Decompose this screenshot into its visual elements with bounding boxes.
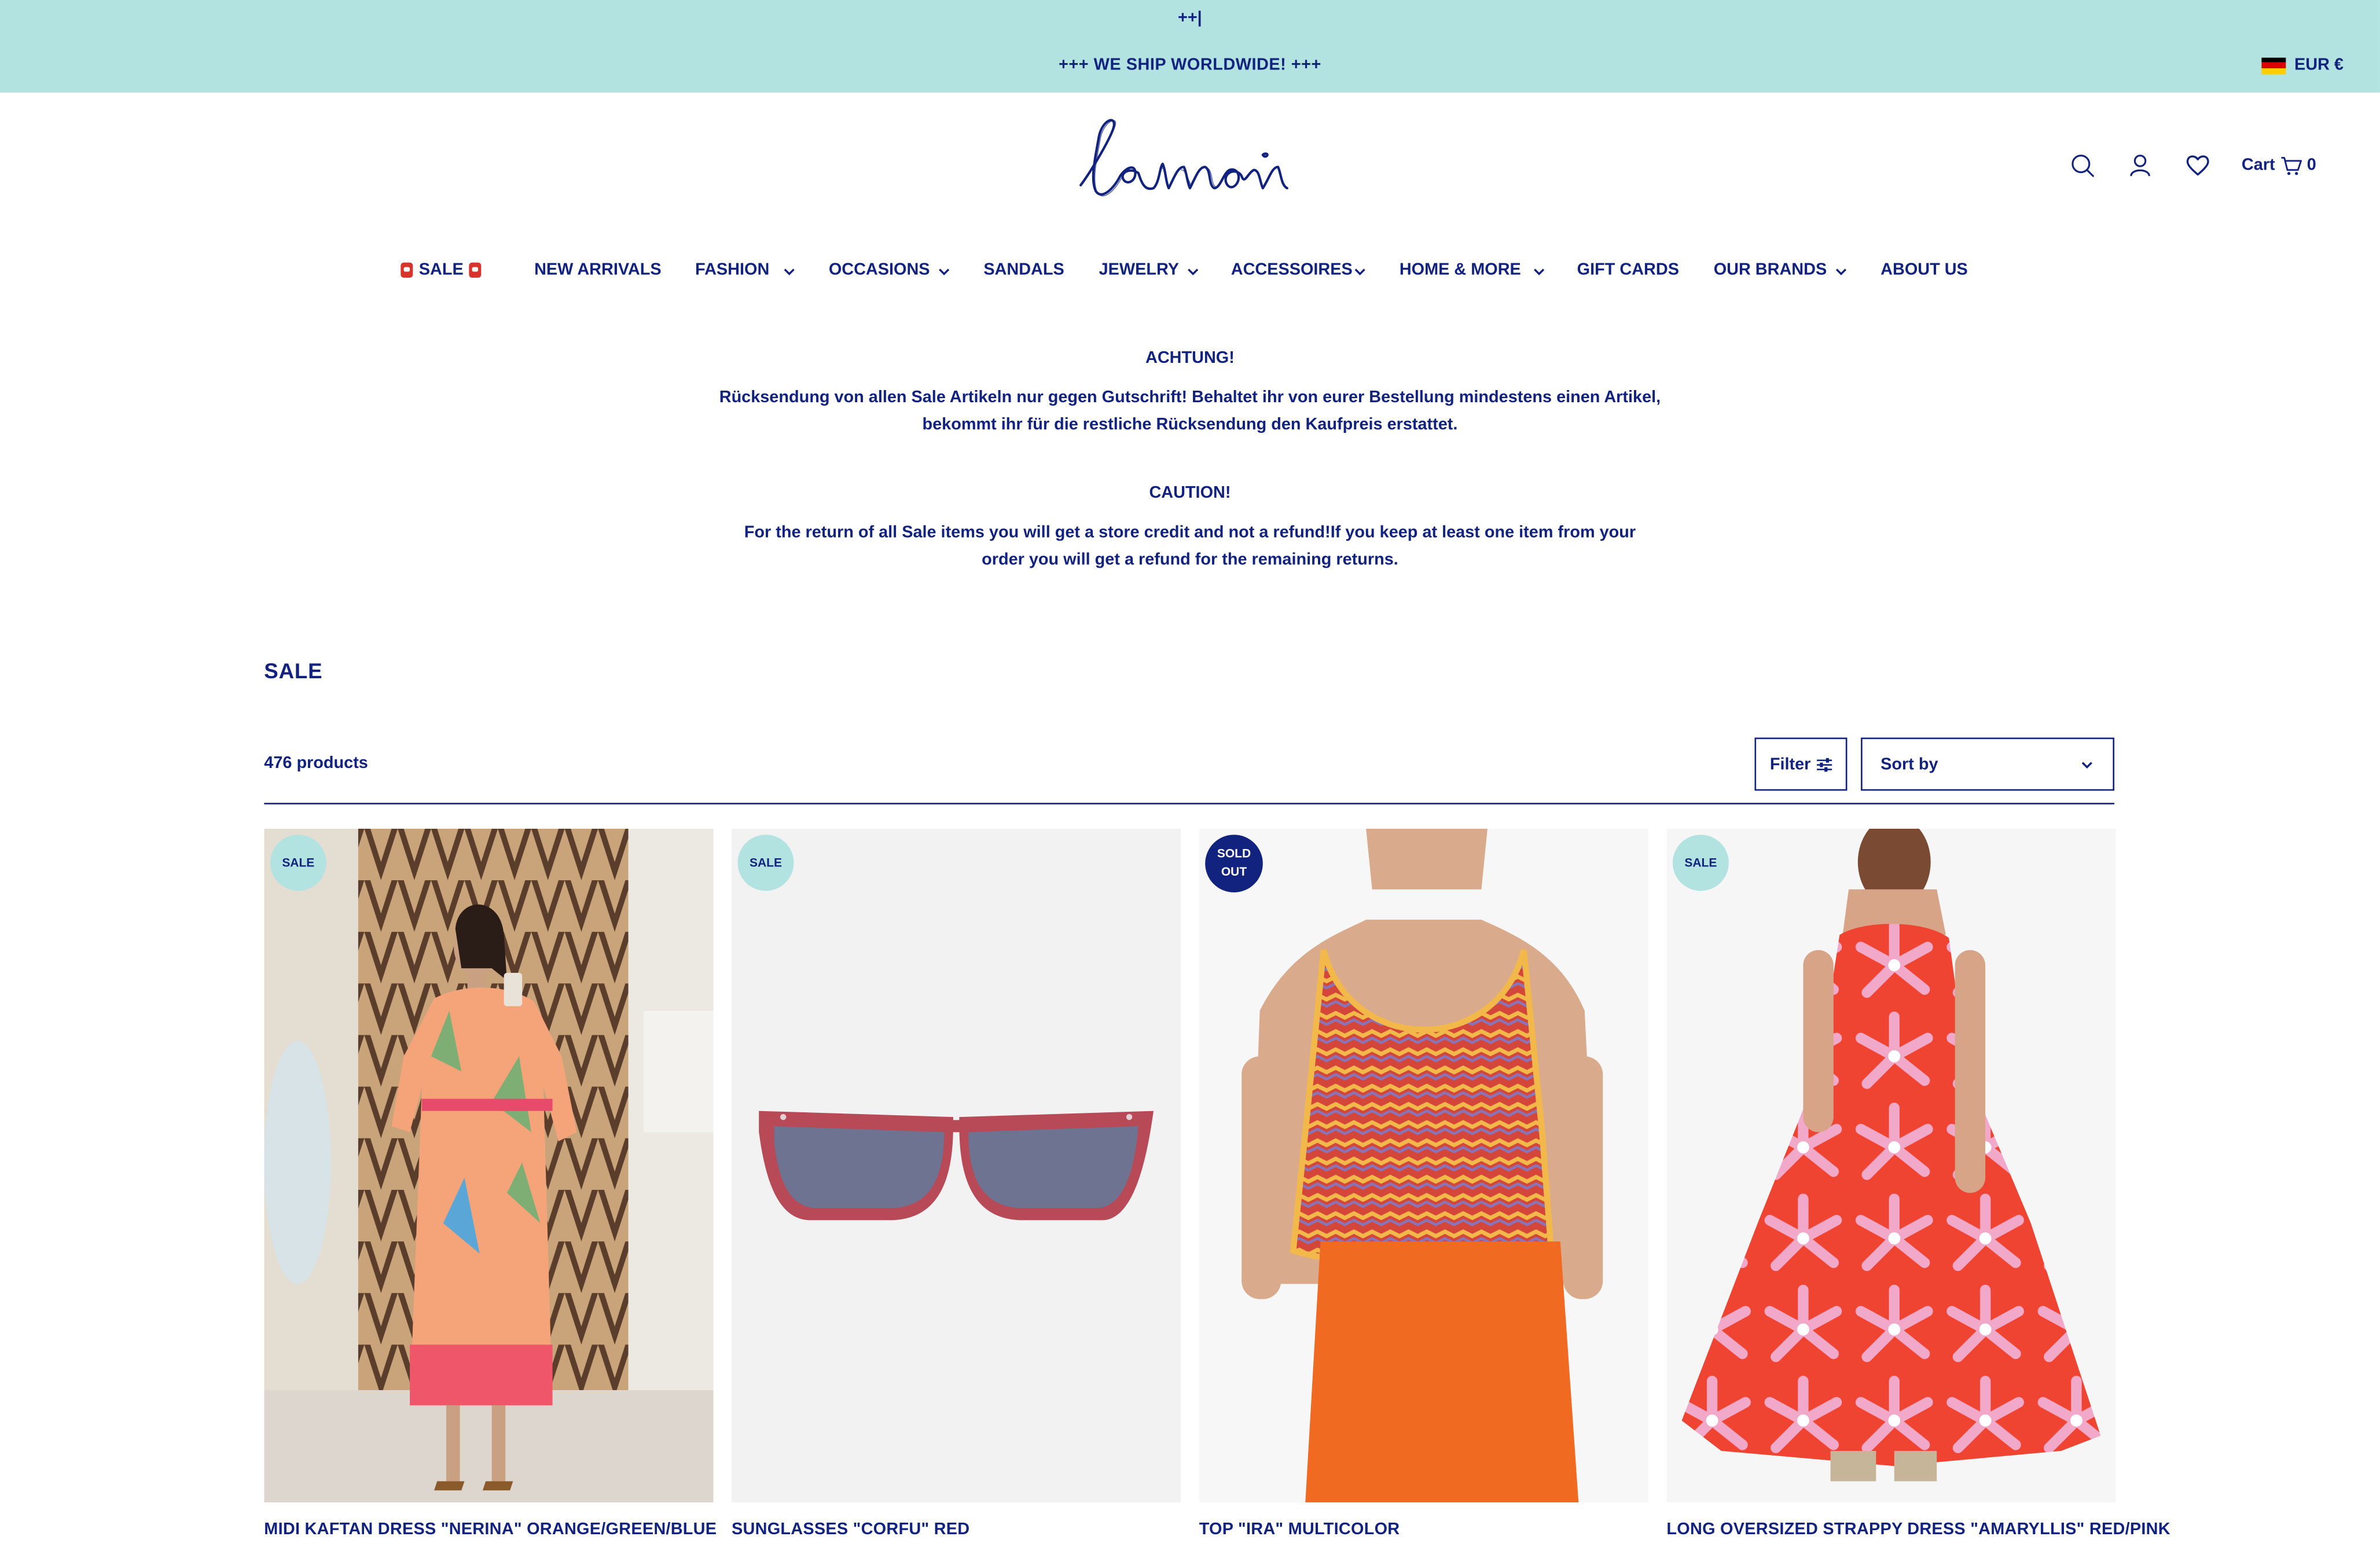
- notice-line-en-2: order you will get a refund for the rema…: [982, 550, 1398, 569]
- notice-line-de-1: Rücksendung von allen Sale Artikeln nur …: [719, 388, 1661, 407]
- lemoni-logo[interactable]: [1068, 112, 1296, 212]
- sold-out-badge-line-2: OUT: [1221, 865, 1247, 879]
- product-title[interactable]: SUNGLASSES "CORFU" RED: [732, 1521, 969, 1539]
- currency-label: EUR €: [2294, 56, 2344, 75]
- sale-badge: SALE: [1672, 835, 1729, 891]
- filter-sliders-icon: [1816, 757, 1832, 771]
- currency-selector[interactable]: EUR €: [2261, 56, 2344, 74]
- search-icon[interactable]: [2069, 152, 2096, 179]
- product-card[interactable]: SALE LONG OVERSIZED STRAPPY DRESS "AMARY…: [1666, 828, 2170, 1551]
- nav-item-label: JEWELRY: [1099, 261, 1179, 280]
- sort-label: Sort by: [1881, 755, 1938, 774]
- chevron-down-icon[interactable]: [1185, 264, 1200, 279]
- cart-button[interactable]: Cart 0: [2242, 155, 2316, 176]
- product-card[interactable]: SOLD OUT TOP "IRA" MULTICOLOR: [1199, 828, 1648, 1551]
- product-title[interactable]: LONG OVERSIZED STRAPPY DRESS "AMARYLLIS"…: [1666, 1521, 2170, 1539]
- nav-item-sandals[interactable]: SANDALS: [983, 261, 1064, 279]
- nav-item-label: SALE: [418, 261, 464, 280]
- cart-icon: [2281, 157, 2302, 175]
- divider: [264, 803, 2115, 804]
- nav-item-gift-cards[interactable]: GIFT CARDS: [1577, 261, 1679, 279]
- sort-select[interactable]: Sort by: [1861, 737, 2115, 791]
- notice-line-de-2: bekommt ihr für die restliche Rücksendun…: [922, 416, 1458, 435]
- cart-label: Cart: [2241, 156, 2275, 175]
- product-title[interactable]: MIDI KAFTAN DRESS "NERINA" ORANGE/GREEN/…: [264, 1521, 717, 1539]
- nav-item-label: ACCESSOIRES: [1231, 261, 1353, 280]
- chevron-down-icon[interactable]: [1834, 264, 1849, 279]
- nav-item-label: HOME & MORE: [1399, 261, 1521, 280]
- nav-item-occasions[interactable]: OCCASIONS: [829, 261, 930, 279]
- product-photo-amaryllis-dress: [1666, 828, 2116, 1503]
- sale-badge: SALE: [737, 835, 794, 891]
- nav-item-our-brands[interactable]: OUR BRANDS: [1714, 261, 1827, 279]
- product-photo-top-ira: [1199, 828, 1648, 1503]
- nav-item-label: NEW ARRIVALS: [534, 261, 662, 280]
- header-actions: Cart 0: [2069, 152, 2316, 179]
- product-image[interactable]: [731, 828, 1181, 1503]
- sold-out-badge: SOLD OUT: [1205, 835, 1263, 892]
- nav-item-label: OCCASIONS: [828, 261, 930, 280]
- sale-badge: SALE: [270, 835, 326, 891]
- chevron-down-icon[interactable]: [1353, 264, 1368, 279]
- collection-title: SALE: [264, 659, 323, 683]
- main-navigation: SALE NEW ARRIVALS FASHION OCCASIONS SAND…: [0, 261, 2380, 285]
- product-image[interactable]: [1199, 828, 1648, 1503]
- nav-item-home-and-more[interactable]: HOME & MORE: [1400, 261, 1521, 279]
- notice-heading-en: CAUTION!: [1149, 484, 1231, 503]
- nav-item-about-us[interactable]: ABOUT US: [1881, 261, 1968, 279]
- announcement-bar: ++| +++ WE SHIP WORLDWIDE! +++ EUR €: [0, 0, 2380, 93]
- notice-heading-de: ACHTUNG!: [1145, 349, 1235, 367]
- nav-item-label: FASHION: [695, 261, 770, 280]
- product-card[interactable]: SALE MIDI KAFTAN DRESS "NERINA" ORANGE/G…: [264, 828, 717, 1551]
- cart-count: 0: [2306, 156, 2316, 175]
- nav-item-label: SANDALS: [983, 261, 1064, 280]
- product-photo-sunglasses: [731, 828, 1181, 1503]
- product-title[interactable]: TOP "IRA" MULTICOLOR: [1199, 1521, 1400, 1539]
- wishlist-heart-icon[interactable]: [2184, 152, 2211, 179]
- announcement-marker: ++|: [1177, 9, 1202, 28]
- product-image[interactable]: [264, 828, 714, 1503]
- nav-item-new-arrivals[interactable]: NEW ARRIVALS: [534, 261, 662, 279]
- nav-item-jewelry[interactable]: JEWELRY: [1099, 261, 1179, 279]
- announcement-text: +++ WE SHIP WORLDWIDE! +++: [1059, 56, 1321, 75]
- chevron-down-icon: [2081, 761, 2092, 768]
- chevron-down-icon[interactable]: [936, 264, 952, 279]
- nav-item-label: OUR BRANDS: [1713, 261, 1827, 280]
- product-card[interactable]: SALE SUNGLASSES "CORFU" RED: [731, 828, 1181, 1551]
- page-root: ++| +++ WE SHIP WORLDWIDE! +++ EUR € Car…: [0, 0, 2380, 1551]
- account-icon[interactable]: [2126, 152, 2154, 179]
- nav-item-accessoires[interactable]: ACCESSOIRES: [1231, 261, 1353, 279]
- sold-out-badge-line-1: SOLD: [1217, 847, 1251, 861]
- product-image[interactable]: [1666, 828, 2116, 1503]
- nav-item-fashion[interactable]: FASHION: [695, 261, 769, 279]
- nav-item-sale[interactable]: SALE: [401, 261, 482, 280]
- sale-emoji-icon: [401, 262, 413, 278]
- nav-item-label: ABOUT US: [1881, 261, 1968, 280]
- product-count: 476 products: [264, 754, 368, 773]
- chevron-down-icon[interactable]: [782, 264, 797, 279]
- nav-item-label: GIFT CARDS: [1577, 261, 1679, 280]
- filter-label: Filter: [1769, 755, 1811, 774]
- sale-emoji-icon: [469, 262, 482, 278]
- notice-line-en-1: For the return of all Sale items you wil…: [744, 523, 1636, 542]
- germany-flag-icon: [2261, 57, 2286, 74]
- chevron-down-icon[interactable]: [1531, 264, 1547, 279]
- filter-button[interactable]: Filter: [1754, 737, 1848, 791]
- product-photo-kaftan-dress: [264, 828, 714, 1503]
